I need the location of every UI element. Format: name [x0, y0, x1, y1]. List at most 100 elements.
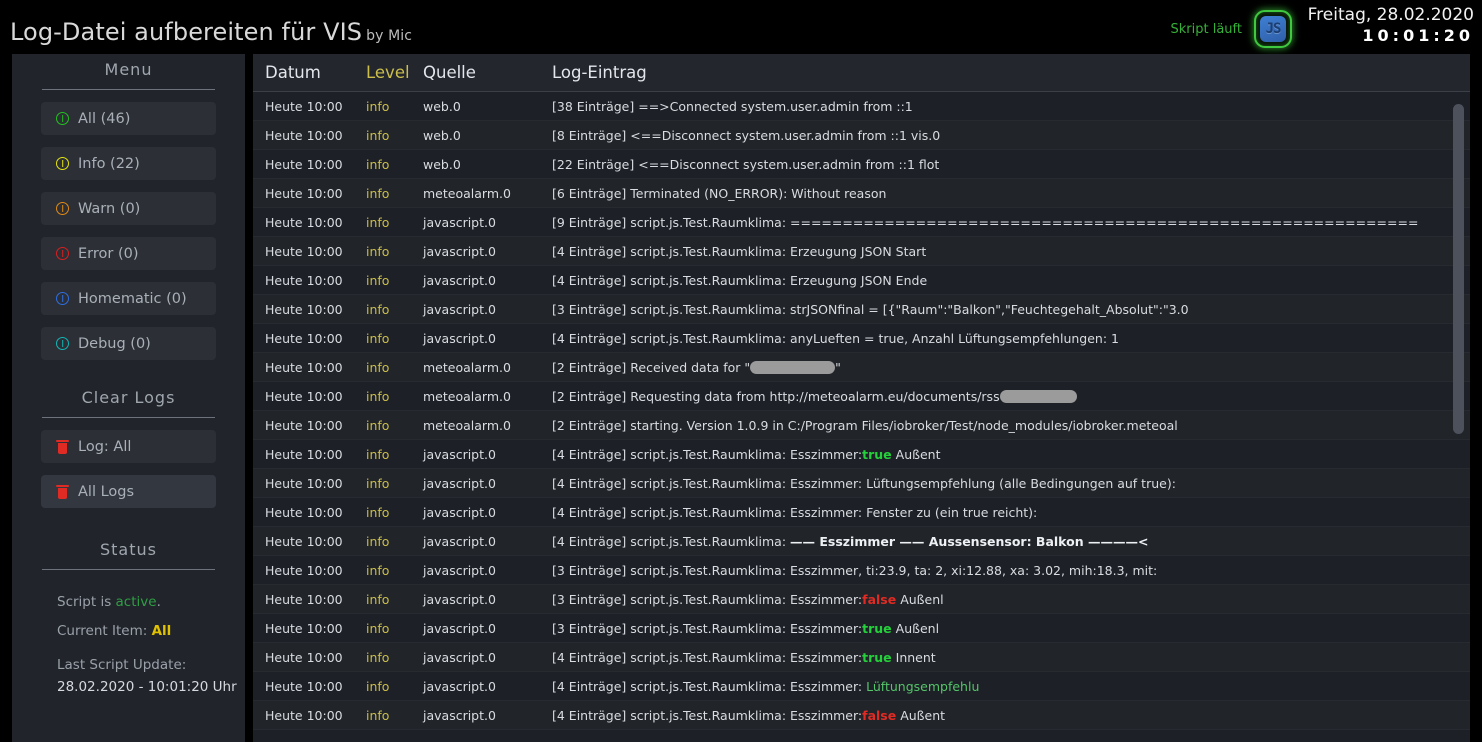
menu-item-label: Error (0): [78, 245, 139, 262]
cell-log-eintrag: [4 Einträge] script.js.Test.Raumklima: E…: [552, 708, 1470, 723]
log-text: true: [862, 649, 892, 665]
log-text: [4 Einträge] script.js.Test.Raumklima: E…: [552, 475, 1176, 491]
table-row[interactable]: Heute 10:00 info meteoalarm.0 [2 Einträge] …: [253, 353, 1470, 382]
menu-item-error[interactable]: Error (0): [41, 237, 216, 270]
table-row[interactable]: Heute 10:00 info javascript.0 [4 Einträge] …: [253, 237, 1470, 266]
cell-log-eintrag: [8 Einträge] <==Disconnect system.user.a…: [552, 128, 1470, 143]
script-status: Skript läuft JS: [1171, 10, 1292, 48]
cell-datum: Heute 10:00: [265, 388, 343, 404]
cell-quelle: web.0: [423, 98, 461, 114]
table-row[interactable]: Heute 10:00 info javascript.0 [4 Einträge] …: [253, 672, 1470, 701]
table-row[interactable]: Heute 10:00 info web.0 [22 Einträge] <==Dis…: [253, 150, 1470, 179]
menu-item-info[interactable]: Info (22): [41, 147, 216, 180]
table-row[interactable]: Heute 10:00 info javascript.0 [4 Einträge] …: [253, 643, 1470, 672]
cell-quelle: javascript.0: [423, 678, 496, 694]
cell-datum: Heute 10:00: [265, 620, 343, 636]
log-text: [3 Einträge] script.js.Test.Raumklima: E…: [552, 591, 863, 607]
table-row[interactable]: Heute 10:00 info javascript.0 [4 Einträge] …: [253, 469, 1470, 498]
table-row[interactable]: Heute 10:00 info javascript.0 [4 Einträge] …: [253, 440, 1470, 469]
log-text: [3 Einträge] script.js.Test.Raumklima: s…: [552, 301, 1189, 317]
column-header-datum: Datum: [265, 63, 321, 82]
cell-log-eintrag: [4 Einträge] script.js.Test.Raumklima: E…: [552, 505, 1470, 520]
log-scrollbar-thumb[interactable]: [1453, 104, 1464, 434]
table-row[interactable]: Heute 10:00 info meteoalarm.0 [2 Einträge] …: [253, 382, 1470, 411]
log-table-body[interactable]: Heute 10:00 info web.0 [38 Einträge] ==>Con…: [253, 92, 1470, 742]
cell-datum: Heute 10:00: [265, 272, 343, 288]
table-row[interactable]: Heute 10:00 info javascript.0 [4 Einträge] …: [253, 701, 1470, 730]
log-text: Außenl: [896, 591, 944, 607]
cell-quelle: meteoalarm.0: [423, 417, 511, 433]
log-text: Außenl: [891, 620, 940, 636]
cell-level: info: [366, 591, 390, 607]
menu-item-debug[interactable]: Debug (0): [41, 327, 216, 360]
status-update-value: 28.02.2020 - 10:01:20 Uhr: [57, 679, 237, 695]
cell-level: info: [366, 156, 390, 172]
menu-item-homematic[interactable]: Homematic (0): [41, 282, 216, 315]
table-row[interactable]: Heute 10:00 info javascript.0 [4 Einträge] …: [253, 266, 1470, 295]
cell-level: info: [366, 649, 390, 665]
cell-datum: Heute 10:00: [265, 678, 343, 694]
log-text: [2 Einträge] starting. Version 1.0.9 in …: [552, 417, 1178, 433]
table-row[interactable]: Heute 10:00 info javascript.0 [4 Einträge] …: [253, 498, 1470, 527]
menu-item-warn[interactable]: Warn (0): [41, 192, 216, 225]
cell-log-eintrag: [4 Einträge] script.js.Test.Raumklima: E…: [552, 273, 1470, 288]
cell-datum: Heute 10:00: [265, 446, 343, 462]
cell-log-eintrag: [3 Einträge] script.js.Test.Raumklima: E…: [552, 621, 1470, 636]
clear-logs-button-all-logs[interactable]: All Logs: [41, 475, 216, 508]
cell-quelle: javascript.0: [423, 301, 496, 317]
cell-log-eintrag: [4 Einträge] script.js.Test.Raumklima: —…: [552, 534, 1470, 549]
cell-level: info: [366, 417, 390, 433]
cell-log-eintrag: [4 Einträge] script.js.Test.Raumklima: E…: [552, 244, 1470, 259]
table-row[interactable]: Heute 10:00 info javascript.0 [3 Einträge] …: [253, 295, 1470, 324]
script-status-label: Skript läuft: [1170, 21, 1242, 37]
sidebar: Menu All (46) Info (22) Warn (0) Error (0) H…: [12, 54, 245, 742]
alert-circle-icon: [56, 112, 69, 125]
table-row[interactable]: Heute 10:00 info meteoalarm.0 [2 Einträge] …: [253, 411, 1470, 440]
javascript-icon[interactable]: JS: [1254, 10, 1292, 48]
log-text: [4 Einträge] script.js.Test.Raumklima: E…: [552, 446, 863, 462]
table-row[interactable]: Heute 10:00 info web.0 [38 Einträge] ==>Con…: [253, 92, 1470, 121]
table-row[interactable]: Heute 10:00 info javascript.0 [4 Einträge] …: [253, 324, 1470, 353]
cell-log-eintrag: [22 Einträge] <==Disconnect system.user.…: [552, 157, 1470, 172]
cell-log-eintrag: [4 Einträge] script.js.Test.Raumklima: E…: [552, 476, 1470, 491]
table-row[interactable]: Heute 10:00 info javascript.0 [4 Einträge] …: [253, 527, 1470, 556]
alert-circle-icon: [56, 292, 69, 305]
table-row[interactable]: Heute 10:00 info javascript.0 [3 Einträge] …: [253, 556, 1470, 585]
cell-datum: Heute 10:00: [265, 214, 343, 230]
cell-quelle: javascript.0: [423, 707, 496, 723]
log-text: [6 Einträge] Terminated (NO_ERROR): With…: [552, 185, 887, 201]
cell-level: info: [366, 620, 390, 636]
log-text: [4 Einträge] script.js.Test.Raumklima: E…: [552, 504, 1038, 520]
status-body: Script is active. Current Item: All Last…: [12, 570, 245, 698]
clear-logs-list: Log: All All Logs: [12, 430, 245, 508]
table-row[interactable]: Heute 10:00 info meteoalarm.0 [6 Einträge] …: [253, 179, 1470, 208]
menu-item-all[interactable]: All (46): [41, 102, 216, 135]
log-scrollbar[interactable]: [1453, 96, 1464, 736]
cell-level: info: [366, 243, 390, 259]
log-text: [2 Einträge] Received data for ": [552, 359, 751, 375]
table-row[interactable]: Heute 10:00 info javascript.0 [3 Einträge] …: [253, 585, 1470, 614]
cell-datum: Heute 10:00: [265, 243, 343, 259]
cell-quelle: meteoalarm.0: [423, 388, 511, 404]
cell-datum: Heute 10:00: [265, 127, 343, 143]
column-header-quelle: Quelle: [423, 63, 476, 82]
menu-item-label: Homematic (0): [78, 290, 187, 307]
table-row[interactable]: Heute 10:00 info web.0 [8 Einträge] <==Disc…: [253, 121, 1470, 150]
cell-quelle: javascript.0: [423, 446, 496, 462]
table-row[interactable]: Heute 10:00 info javascript.0 [3 Einträge] …: [253, 614, 1470, 643]
cell-level: info: [366, 562, 390, 578]
status-script-prefix: Script is: [57, 594, 116, 610]
clear-logs-button-log-all[interactable]: Log: All: [41, 430, 216, 463]
cell-log-eintrag: [3 Einträge] script.js.Test.Raumklima: E…: [552, 592, 1470, 607]
cell-level: info: [366, 359, 390, 375]
redaction-block: [999, 389, 1077, 403]
table-row[interactable]: Heute 10:00 info javascript.0 [9 Einträge] …: [253, 208, 1470, 237]
log-text: [38 Einträge] ==>Connected system.user.a…: [552, 98, 913, 114]
cell-quelle: web.0: [423, 127, 461, 143]
log-text: [8 Einträge] <==Disconnect system.user.a…: [552, 127, 941, 143]
menu-item-label: Debug (0): [78, 335, 151, 352]
log-text: [3 Einträge] script.js.Test.Raumklima: E…: [552, 620, 863, 636]
cell-log-eintrag: [3 Einträge] script.js.Test.Raumklima: E…: [552, 563, 1470, 578]
log-text: [4 Einträge] script.js.Test.Raumklima: E…: [552, 272, 928, 288]
page-title-text: Log-Datei aufbereiten für VIS: [10, 18, 363, 46]
